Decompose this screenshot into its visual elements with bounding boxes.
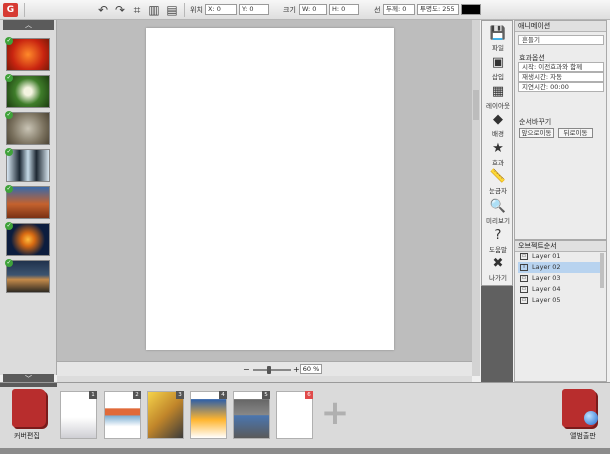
cover-edit-book-icon[interactable] — [12, 389, 46, 427]
move-forward-button[interactable]: 앞으로이동 — [519, 128, 554, 138]
layer-item[interactable]: T Layer 02 — [518, 262, 602, 273]
layer-item[interactable]: ▭ Layer 01 — [518, 251, 602, 262]
separator — [24, 3, 25, 17]
close-icon: ✖ — [492, 256, 504, 271]
layer-scrollbar[interactable] — [600, 253, 604, 288]
check-icon: ✓ — [5, 111, 13, 119]
thumbnail-flower[interactable]: ✓ — [5, 37, 50, 71]
zoom-slider[interactable] — [253, 369, 291, 371]
ruler-icon: 📏 — [489, 169, 507, 184]
height-field[interactable]: H: 0 — [329, 4, 359, 15]
page-thumbnail[interactable]: 2 — [104, 391, 141, 439]
animation-panel-title: 애니메이션 — [515, 21, 606, 32]
page-thumbnail[interactable]: 4 — [190, 391, 227, 439]
layout-icon: ▦ — [491, 84, 505, 99]
thumbnail-koala[interactable]: ✓ — [5, 111, 50, 145]
album-publish-label[interactable]: 앨범출판 — [570, 431, 596, 441]
tool-background[interactable]: ◆ 배경 — [482, 109, 514, 141]
status-bar — [0, 448, 610, 454]
cover-edit-label[interactable]: 커버편집 — [14, 431, 40, 441]
line-label: 선 — [374, 6, 381, 14]
tool-insert[interactable]: ▣ 삽입 — [482, 52, 514, 84]
duration-option-field[interactable]: 재생시간: 자동 — [518, 72, 604, 82]
page-thumbnail[interactable]: 3 — [147, 391, 184, 439]
size-label: 크기 — [283, 6, 296, 14]
tool-exit[interactable]: ✖ 나가기 — [482, 253, 514, 285]
check-icon: ✓ — [5, 37, 13, 45]
check-icon: ✓ — [5, 222, 13, 230]
page-canvas[interactable] — [146, 28, 394, 350]
object-order-panel: 오브젝트순서 ▭ Layer 01 T Layer 02 ▭ Layer 03 ▭ La… — [514, 240, 607, 382]
globe-icon — [584, 411, 598, 425]
canvas-area: − + 60 % — [57, 20, 472, 376]
page-strip: 커버편집 1 2 3 4 5 6 + 앨범출판 — [0, 382, 610, 448]
line-thickness-field[interactable]: 두께: 0 — [383, 4, 415, 15]
split-vertical-icon[interactable]: ▥ — [147, 3, 161, 17]
zoom-bar: − + 60 % — [57, 361, 472, 376]
app-logo: G — [3, 3, 18, 17]
scroll-thumb[interactable] — [473, 90, 479, 120]
strip-toggle[interactable] — [0, 383, 57, 387]
thumbnail-penguins[interactable]: ✓ — [5, 148, 50, 182]
image-layer-icon: ▭ — [520, 253, 528, 260]
width-field[interactable]: W: 0 — [299, 4, 327, 15]
tool-list: 💾 파일 ▣ 삽입 ▦ 레이아웃 ◆ 배경 ★ 효과 📏 눈금자 🔍 미리보기 ? 도움말 ✖ 나… — [481, 20, 513, 286]
image-layer-icon: ▭ — [520, 297, 528, 304]
zoom-value-field[interactable]: 60 % — [300, 364, 322, 374]
thumbnail-lighthouse[interactable]: ✓ — [5, 259, 50, 293]
check-icon: ✓ — [5, 74, 13, 82]
tool-file[interactable]: 💾 파일 — [482, 23, 514, 55]
save-icon: 💾 — [489, 26, 507, 41]
image-thumbnail-panel: ︿ ✓ ✓ ✓ ✓ ✓ ✓ ✓ ﹀ — [0, 20, 57, 384]
image-layer-icon: ▭ — [520, 275, 528, 282]
check-icon: ✓ — [5, 185, 13, 193]
page-thumbnail[interactable]: 5 — [233, 391, 270, 439]
x-position-field[interactable]: X: 0 — [205, 4, 237, 15]
page-thumbnail[interactable]: 6 — [276, 391, 313, 439]
star-icon: ★ — [492, 141, 504, 156]
page-thumbnail[interactable]: 1 — [60, 391, 97, 439]
vertical-scrollbar[interactable] — [472, 20, 480, 376]
check-icon: ✓ — [5, 259, 13, 267]
delay-option-field[interactable]: 지연시간: 00:00 — [518, 82, 604, 92]
paint-bucket-icon: ◆ — [493, 112, 503, 127]
redo-icon[interactable]: ↷ — [113, 3, 127, 17]
thumbnail-jellyfish[interactable]: ✓ — [5, 222, 50, 256]
layer-item[interactable]: ▭ Layer 05 — [518, 295, 602, 306]
tool-column: 💾 파일 ▣ 삽입 ▦ 레이아웃 ◆ 배경 ★ 효과 📏 눈금자 🔍 미리보기 ? 도움말 ✖ 나… — [481, 20, 513, 382]
separator — [184, 3, 185, 17]
line-color-swatch[interactable] — [461, 4, 481, 15]
top-toolbar: G ↶ ↷ ⌗ ▥ ▤ 위치 X: 0 Y: 0 크기 W: 0 H: 0 선 … — [0, 0, 610, 20]
thumbnail-leaf[interactable]: ✓ — [5, 74, 50, 108]
add-page-icon[interactable]: + — [320, 393, 350, 433]
magnifier-icon: 🔍 — [489, 199, 507, 214]
opacity-field[interactable]: 투명도: 255 — [417, 4, 459, 15]
zoom-out-button[interactable]: − — [243, 365, 250, 374]
move-backward-button[interactable]: 뒤로이동 — [558, 128, 593, 138]
thumbnail-desert[interactable]: ✓ — [5, 185, 50, 219]
zoom-in-button[interactable]: + — [293, 365, 300, 374]
undo-icon[interactable]: ↶ — [96, 3, 110, 17]
position-label: 위치 — [190, 6, 203, 14]
tool-preview[interactable]: 🔍 미리보기 — [482, 196, 514, 228]
animation-effect-field[interactable]: 흔들기 — [518, 35, 604, 45]
y-position-field[interactable]: Y: 0 — [239, 4, 269, 15]
start-option-field[interactable]: 시작: 이전효과와 함께 — [518, 62, 604, 72]
question-icon: ? — [494, 228, 502, 243]
scroll-up-button[interactable]: ︿ — [3, 20, 54, 30]
layer-item[interactable]: ▭ Layer 04 — [518, 284, 602, 295]
image-layer-icon: ▭ — [520, 286, 528, 293]
layer-item[interactable]: ▭ Layer 03 — [518, 273, 602, 284]
check-icon: ✓ — [5, 148, 13, 156]
zoom-slider-handle[interactable] — [267, 366, 271, 374]
order-label: 순서바꾸기 — [519, 118, 552, 126]
text-layer-icon: T — [520, 264, 528, 271]
animation-panel: 애니메이션 흔들기 효과옵션 시작: 이전효과와 함께 재생시간: 자동 지연시… — [514, 20, 607, 240]
crop-icon[interactable]: ⌗ — [130, 3, 144, 17]
tool-ruler[interactable]: 📏 눈금자 — [482, 166, 514, 198]
image-icon: ▣ — [491, 55, 505, 70]
split-horizontal-icon[interactable]: ▤ — [165, 3, 179, 17]
